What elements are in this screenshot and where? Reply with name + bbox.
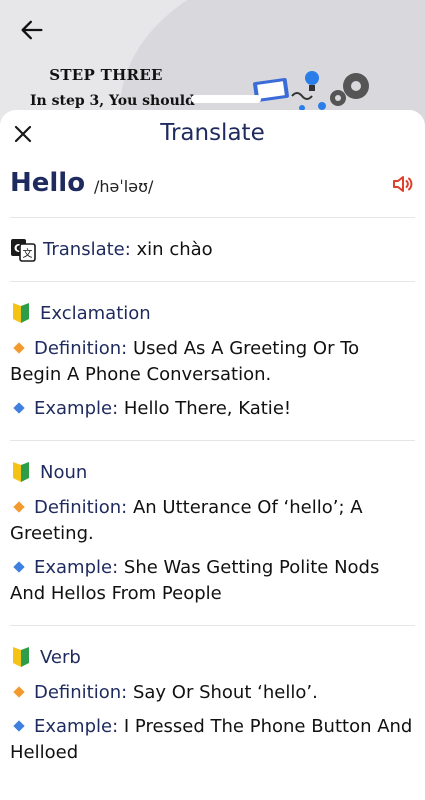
sheet-grab-handle[interactable] <box>191 95 261 103</box>
sense-section: Noun Definition: An Utterance Of ‘hello’… <box>10 441 415 626</box>
beginner-mark-icon <box>10 646 32 668</box>
word-header: Hello /həˈləʊ/ <box>10 160 415 218</box>
translation-row: G 文 Translate: xin chào <box>10 218 415 282</box>
orange-diamond-icon <box>13 686 25 698</box>
definition-text: Say Or Shout ‘hello’. <box>132 682 318 703</box>
headword: Hello <box>10 168 86 198</box>
background-heading: STEP THREE <box>49 66 163 84</box>
orange-diamond-icon <box>13 342 25 354</box>
part-of-speech: Verb <box>40 646 81 668</box>
part-of-speech-row: Noun <box>10 457 415 487</box>
example-paragraph: Example: She Was Getting Polite Nods And… <box>10 555 415 607</box>
translate-value: xin chào <box>136 239 213 260</box>
translate-label: Translate: <box>43 239 131 260</box>
part-of-speech-row: Verb <box>10 642 415 672</box>
definition-label: Definition: <box>34 682 128 703</box>
blue-diamond-icon <box>13 402 25 414</box>
part-of-speech: Noun <box>40 461 88 483</box>
back-arrow-icon[interactable] <box>18 16 46 44</box>
sense-section: Verb Definition: Say Or Shout ‘hello’. E… <box>10 626 415 784</box>
definition-paragraph: Definition: An Utterance Of ‘hello’; A G… <box>10 495 415 547</box>
orange-diamond-icon <box>13 501 25 513</box>
sense-section: Exclamation Definition: Used As A Greeti… <box>10 282 415 441</box>
example-label: Example: <box>34 557 119 578</box>
definition-paragraph: Definition: Used As A Greeting Or To Beg… <box>10 336 415 388</box>
google-translate-icon: G 文 <box>10 238 36 262</box>
speaker-icon[interactable] <box>391 172 415 196</box>
beginner-mark-icon <box>10 461 32 483</box>
svg-text:文: 文 <box>23 247 33 260</box>
definition-label: Definition: <box>34 338 128 359</box>
translation-text: Translate: xin chào <box>43 239 213 260</box>
blue-diamond-icon <box>13 561 25 573</box>
sheet-title: Translate <box>160 120 265 146</box>
background-subtext: In step 3, You should <box>30 93 195 109</box>
beginner-mark-icon <box>10 302 32 324</box>
part-of-speech: Exclamation <box>40 302 151 324</box>
example-paragraph: Example: I Pressed The Phone Button And … <box>10 714 415 766</box>
example-label: Example: <box>34 398 119 419</box>
phonetic-transcription: /həˈləʊ/ <box>94 177 154 196</box>
definition-label: Definition: <box>34 497 128 518</box>
example-label: Example: <box>34 716 119 737</box>
blue-diamond-icon <box>13 720 25 732</box>
example-text: Hello There, Katie! <box>123 398 292 419</box>
definition-paragraph: Definition: Say Or Shout ‘hello’. <box>10 680 415 706</box>
part-of-speech-row: Exclamation <box>10 298 415 328</box>
translate-sheet: Translate Hello /həˈləʊ/ G 文 Translate: … <box>0 110 425 800</box>
sheet-header: Translate <box>0 110 425 160</box>
example-paragraph: Example: Hello There, Katie! <box>10 396 415 422</box>
